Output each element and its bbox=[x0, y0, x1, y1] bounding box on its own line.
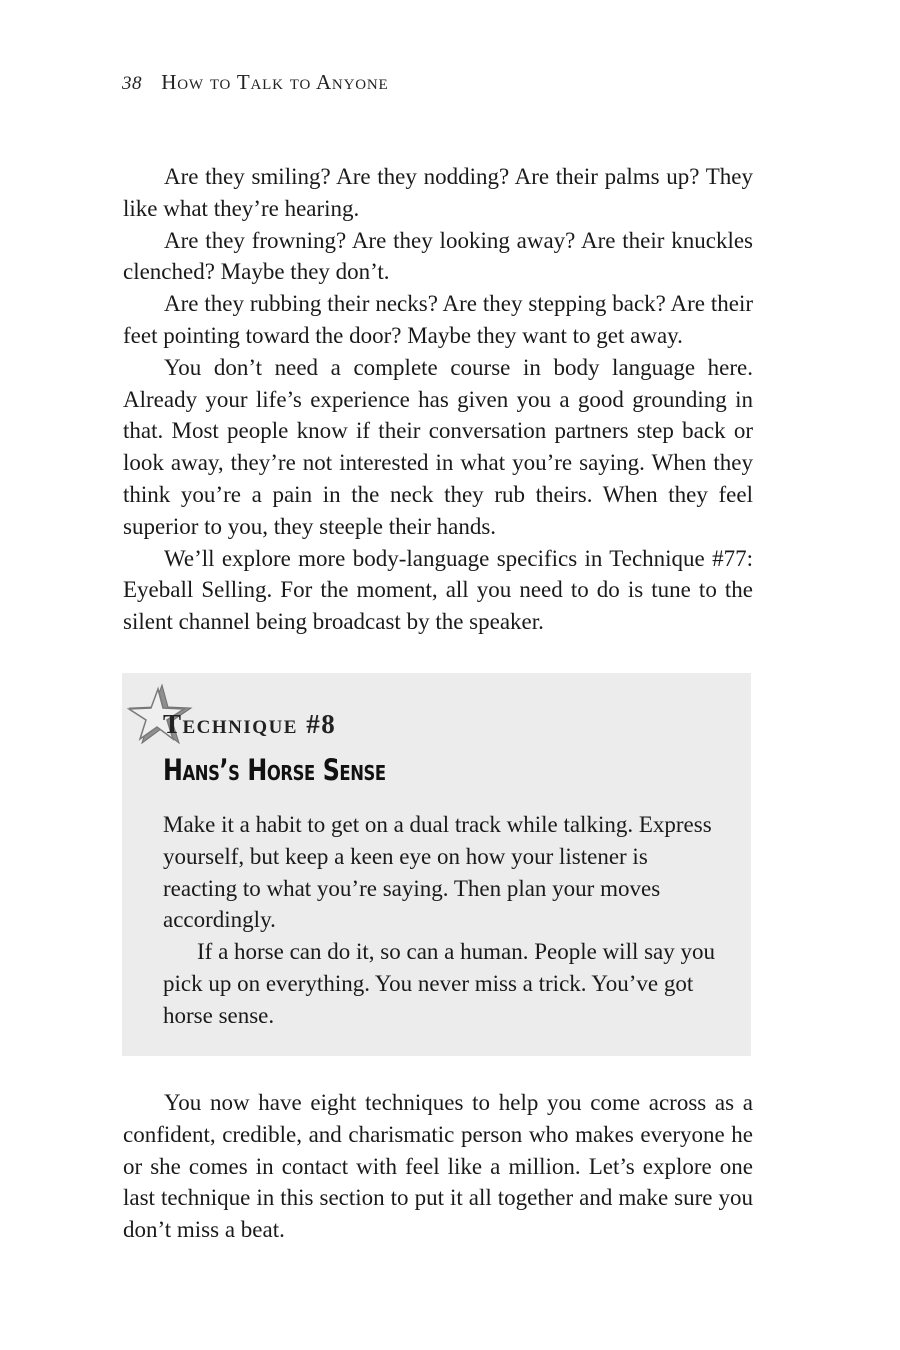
body-text-top: Are they smiling? Are they nodding? Are … bbox=[123, 161, 753, 638]
paragraph: Are they rubbing their necks? Are they s… bbox=[123, 291, 753, 348]
paragraph: You don’t need a complete course in body… bbox=[123, 354, 753, 539]
paragraph: You now have eight techniques to help yo… bbox=[123, 1090, 753, 1243]
paragraph: Are they smiling? Are they nodding? Are … bbox=[123, 164, 753, 221]
paragraph: If a horse can do it, so can a human. Pe… bbox=[163, 939, 716, 1028]
page-number: 38 bbox=[122, 73, 142, 94]
technique-label: Technique #8 bbox=[163, 709, 337, 739]
technique-box: Technique #8 Hans’s Horse Sense Make it … bbox=[122, 673, 751, 1056]
paragraph: Make it a habit to get on a dual track w… bbox=[163, 812, 712, 933]
running-head: 38 How to Talk to Anyone bbox=[122, 70, 388, 95]
technique-body: Make it a habit to get on a dual track w… bbox=[163, 809, 723, 1032]
body-text-bottom: You now have eight techniques to help yo… bbox=[123, 1087, 753, 1246]
paragraph: We’ll explore more body-language specifi… bbox=[123, 545, 753, 635]
technique-title: Hans’s Horse Sense bbox=[163, 753, 386, 787]
paragraph: Are they frowning? Are they looking away… bbox=[123, 227, 753, 285]
book-title: How to Talk to Anyone bbox=[161, 70, 389, 94]
